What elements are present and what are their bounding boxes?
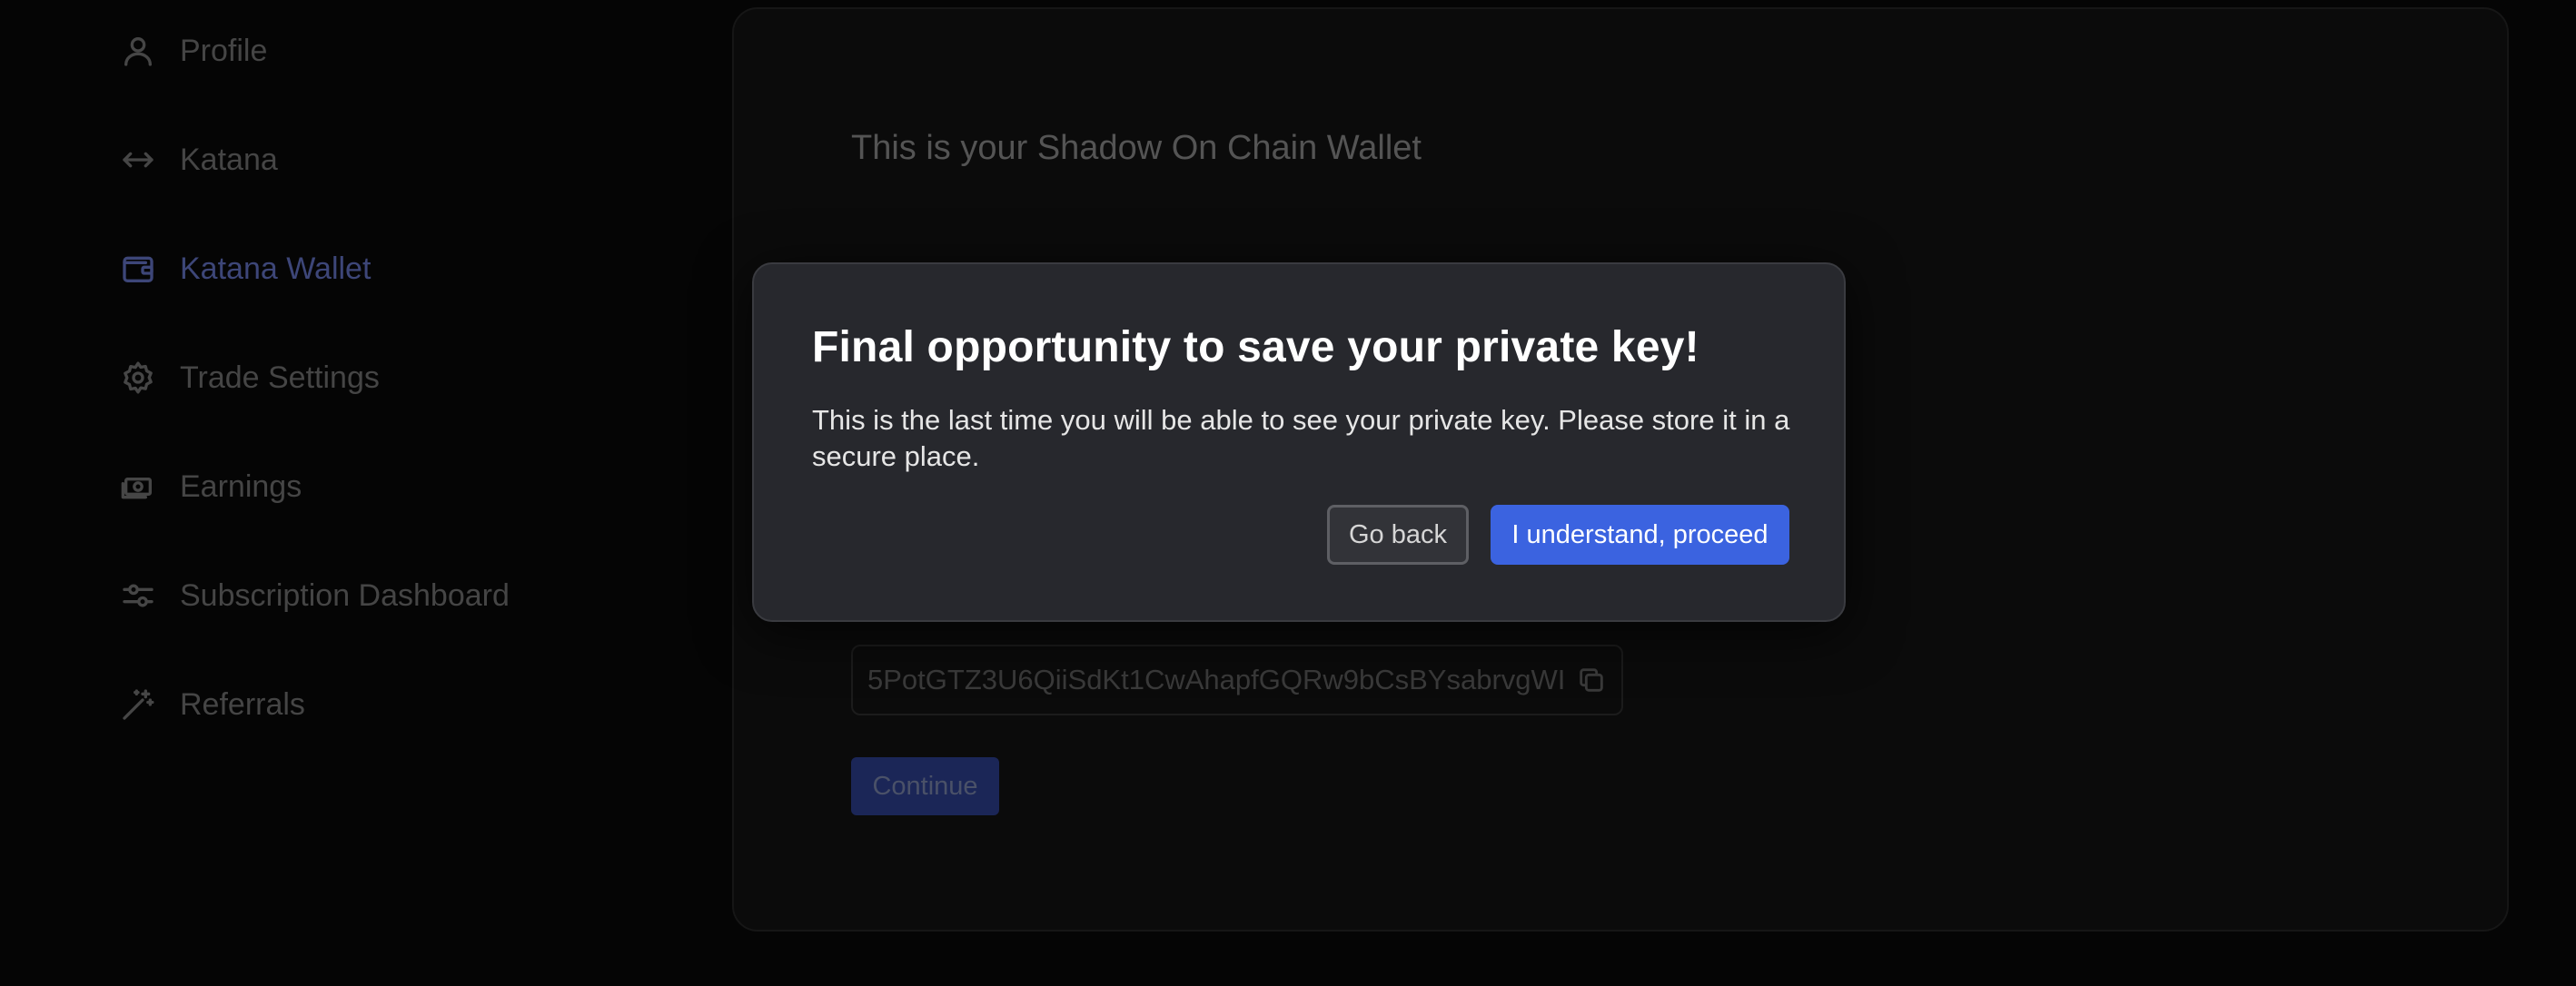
modal-body: This is the last time you will be able t… [812,404,1790,472]
go-back-button[interactable]: Go back [1327,505,1469,565]
proceed-button[interactable]: I understand, proceed [1491,505,1789,565]
modal-title: Final opportunity to save your private k… [812,323,1699,371]
app-window: Profile Katana Katana Wallet Trade Setti… [0,0,2576,986]
confirmation-modal: Final opportunity to save your private k… [752,262,1846,622]
